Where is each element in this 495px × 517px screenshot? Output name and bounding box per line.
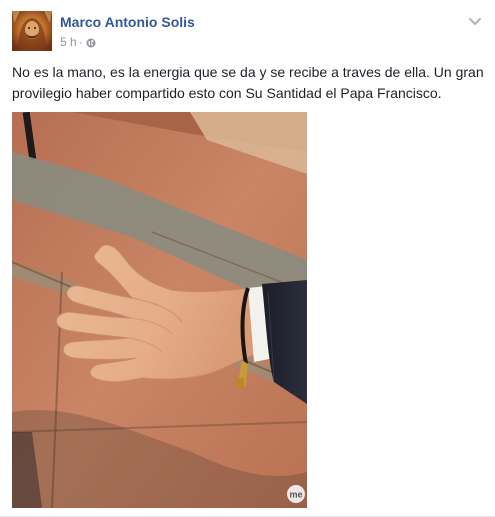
post-meta: 5 h · <box>60 35 96 49</box>
chevron-down-icon[interactable] <box>467 13 483 29</box>
facebook-post: Marco Antonio Solis 5 h · No es la mano,… <box>0 0 495 517</box>
avatar[interactable] <box>12 11 52 51</box>
post-text: No es la mano, es la energia que se da y… <box>12 64 484 101</box>
author-name[interactable]: Marco Antonio Solis <box>60 14 195 30</box>
meta-separator: · <box>78 35 83 49</box>
post-photo[interactable]: me <box>12 112 307 508</box>
globe-icon[interactable] <box>86 37 96 48</box>
post-timestamp[interactable]: 5 h <box>60 35 77 49</box>
post-header: Marco Antonio Solis 5 h · <box>12 11 483 55</box>
svg-text:me: me <box>289 490 302 500</box>
